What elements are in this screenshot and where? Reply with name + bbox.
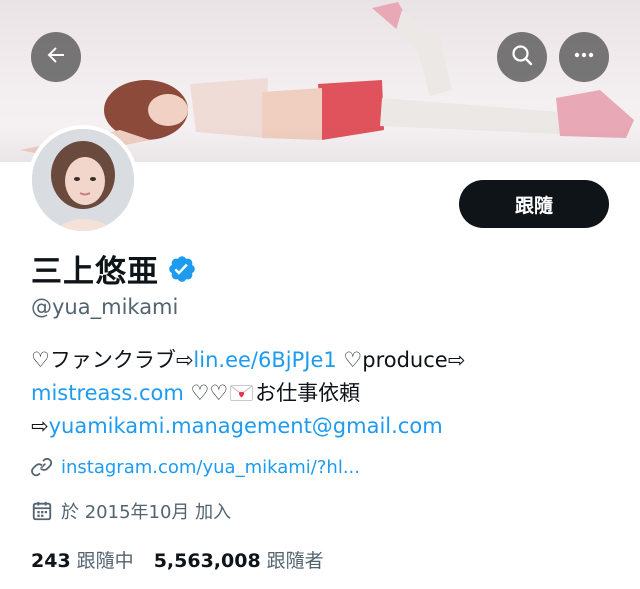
- profile-handle: @yua_mikami: [31, 295, 179, 319]
- calendar-icon: [31, 500, 53, 522]
- bio-text: ♡produce⇨: [336, 348, 466, 372]
- bio-line-3: ⇨yuamikami.management@gmail.com: [31, 410, 616, 443]
- link-icon: [31, 456, 53, 478]
- website-link[interactable]: instagram.com/yua_mikami/?hl...: [61, 457, 360, 478]
- following-link[interactable]: 243 跟隨中: [31, 546, 134, 573]
- profile-name-row: 三上悠亜: [31, 246, 197, 291]
- love-letter-icon: [230, 378, 254, 401]
- bio-link-mistreass[interactable]: mistreass.com: [31, 381, 184, 405]
- arrow-left-icon: [44, 43, 68, 71]
- display-name: 三上悠亜: [31, 254, 159, 290]
- bio-text: ⇨: [31, 414, 49, 438]
- joined-date: 於 2015年10月 加入: [61, 502, 232, 523]
- bio-line-2: mistreass.com ♡♡ お仕事依頼: [31, 377, 616, 410]
- search-button[interactable]: [497, 32, 547, 82]
- bio-text: ♡♡: [183, 381, 229, 405]
- back-button[interactable]: [31, 32, 81, 82]
- avatar[interactable]: [28, 125, 138, 235]
- followers-count: 5,563,008: [153, 550, 261, 572]
- profile-website-row: instagram.com/yua_mikami/?hl...: [31, 456, 360, 478]
- bio-link-email[interactable]: yuamikami.management@gmail.com: [49, 414, 443, 438]
- followers-label: 跟隨者: [266, 550, 324, 572]
- more-button[interactable]: [559, 32, 609, 82]
- search-icon: [510, 43, 534, 71]
- bio-line-1: ♡ファンクラブ⇨lin.ee/6BjPJe1 ♡produce⇨: [31, 344, 616, 377]
- profile-counts: 243 跟隨中 5,563,008 跟隨者: [31, 546, 344, 573]
- following-label: 跟隨中: [76, 550, 134, 572]
- more-horizontal-icon: [572, 43, 596, 71]
- profile-bio: ♡ファンクラブ⇨lin.ee/6BjPJe1 ♡produce⇨ mistrea…: [31, 344, 616, 443]
- verified-badge-icon[interactable]: [167, 254, 197, 284]
- bio-text: お仕事依頼: [255, 381, 361, 405]
- profile-joined-row: 於 2015年10月 加入: [31, 498, 231, 524]
- followers-link[interactable]: 5,563,008 跟隨者: [154, 546, 324, 573]
- follow-button[interactable]: 跟隨: [459, 180, 609, 228]
- following-count: 243: [31, 550, 71, 572]
- bio-link-line[interactable]: lin.ee/6BjPJe1: [193, 348, 336, 372]
- avatar-image: [32, 129, 134, 231]
- bio-text: ♡ファンクラブ⇨: [31, 348, 194, 372]
